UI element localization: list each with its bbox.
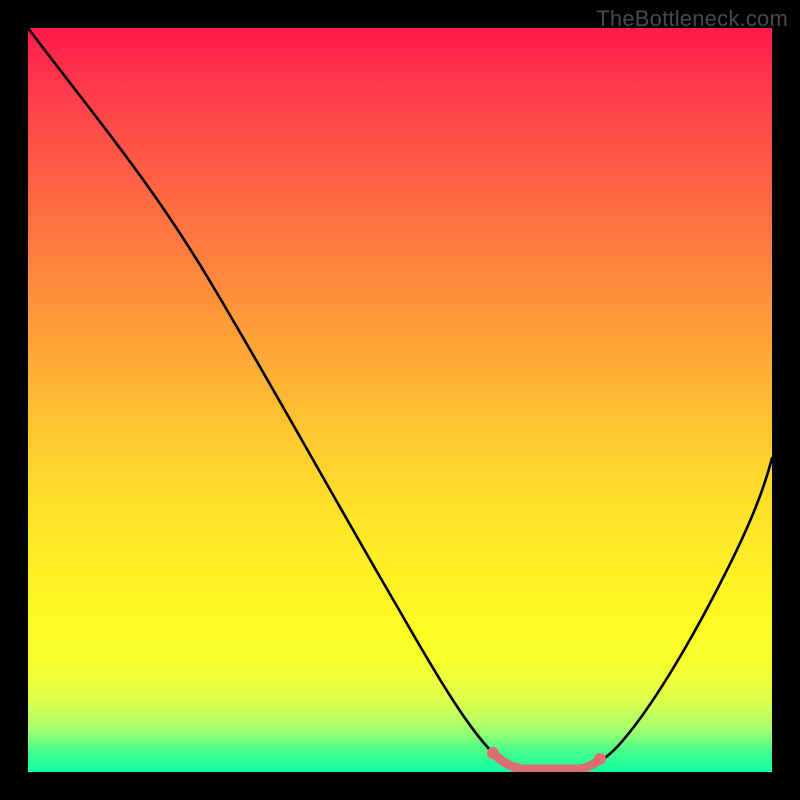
highlight-start-dot xyxy=(487,747,499,759)
plot-area xyxy=(28,28,772,772)
highlight-segment xyxy=(493,753,600,769)
watermark-text: TheBottleneck.com xyxy=(596,6,788,32)
highlight-end-dot xyxy=(594,753,606,765)
curve-path xyxy=(28,28,772,769)
bottleneck-curve xyxy=(28,28,772,772)
chart-frame: TheBottleneck.com xyxy=(0,0,800,800)
